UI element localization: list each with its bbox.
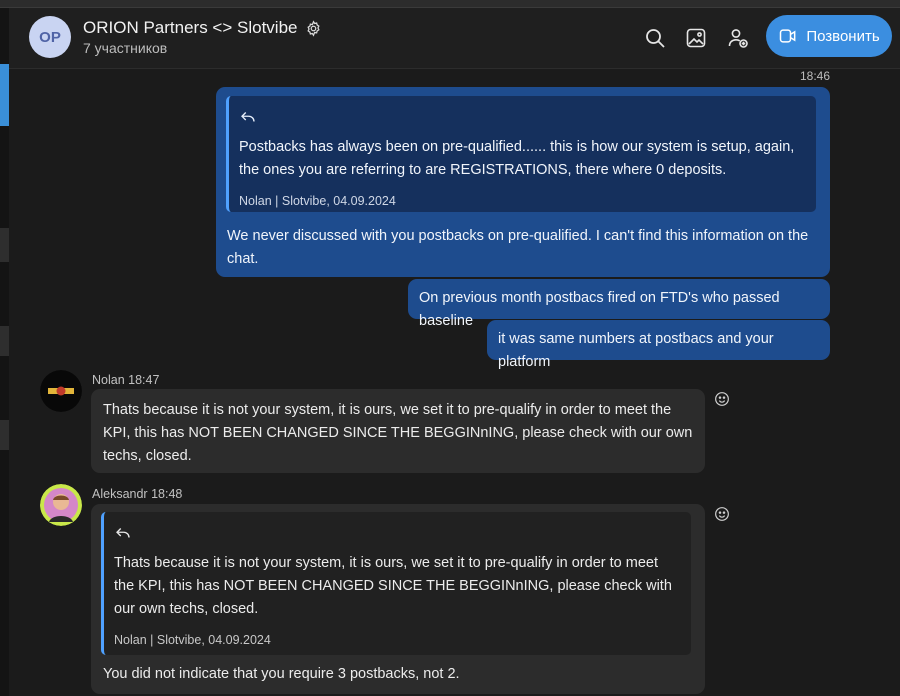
call-button-label: Позвонить <box>806 27 880 45</box>
outgoing-message[interactable]: Postbacks has always been on pre-qualifi… <box>216 87 830 277</box>
message-text: it was same numbers at postbacs and your… <box>498 331 774 370</box>
quote-text: Postbacks has always been on pre-qualifi… <box>239 139 795 178</box>
reply-arrow-icon <box>116 528 130 538</box>
chat-title[interactable]: ORION Partners <> Slotvibe <box>83 18 322 38</box>
message-time: 18:46 <box>800 69 831 83</box>
selected-chat-indicator <box>0 64 9 126</box>
gear-icon[interactable] <box>305 19 322 37</box>
message-time: 18:48 <box>151 487 183 501</box>
message-list[interactable]: 18:46 Postbacks has always been on pre-q… <box>9 69 900 696</box>
chat-header: OP ORION Partners <> Slotvibe 7 участник… <box>9 8 900 69</box>
sender-name-text: Aleksandr <box>92 487 148 501</box>
outgoing-message[interactable]: it was same numbers at postbacs and your… <box>487 320 830 370</box>
incoming-message[interactable]: Thats because it is not your system, it … <box>91 504 705 694</box>
reply-arrow-icon <box>241 112 255 122</box>
call-button[interactable]: Позвонить <box>766 15 892 57</box>
sender-name: Aleksandr 18:48 <box>92 487 182 501</box>
sender-name-text: Nolan <box>92 373 125 387</box>
quote-source: Nolan | Slotvibe, 04.09.2024 <box>114 633 271 647</box>
quote-source: Nolan | Slotvibe, 04.09.2024 <box>239 194 396 208</box>
message-text: Thats because it is not your system, it … <box>103 402 693 464</box>
chat-list-item[interactable] <box>0 326 9 356</box>
avatar-nolan[interactable] <box>40 370 82 412</box>
search-icon[interactable] <box>643 26 667 50</box>
message-text: You did not indicate that you require 3 … <box>103 666 460 682</box>
chat-title-text: ORION Partners <> Slotvibe <box>83 18 298 37</box>
chat-list-item[interactable] <box>0 420 9 450</box>
reply-quote[interactable]: Thats because it is not your system, it … <box>101 512 691 655</box>
add-member-icon[interactable] <box>726 26 750 50</box>
participants-count[interactable]: 7 участников <box>83 40 167 56</box>
window-top-strip <box>0 0 900 8</box>
chat-list-item[interactable] <box>0 228 9 262</box>
sender-name: Nolan 18:47 <box>92 373 159 387</box>
group-avatar[interactable]: OP <box>29 16 71 58</box>
avatar-aleksandr[interactable] <box>40 484 82 526</box>
message-text: We never discussed with you postbacks on… <box>227 228 809 267</box>
quote-text: Thats because it is not your system, it … <box>114 555 672 617</box>
reaction-smile-icon[interactable] <box>714 506 730 522</box>
reply-quote[interactable]: Postbacks has always been on pre-qualifi… <box>226 96 816 212</box>
gallery-icon[interactable] <box>684 26 708 50</box>
message-time: 18:47 <box>128 373 160 387</box>
incoming-message[interactable]: Thats because it is not your system, it … <box>91 389 705 473</box>
reaction-smile-icon[interactable] <box>714 391 730 407</box>
chat-list-rail <box>0 8 9 696</box>
outgoing-message[interactable]: On previous month postbacs fired on FTD'… <box>408 279 830 329</box>
video-call-icon <box>780 29 796 43</box>
